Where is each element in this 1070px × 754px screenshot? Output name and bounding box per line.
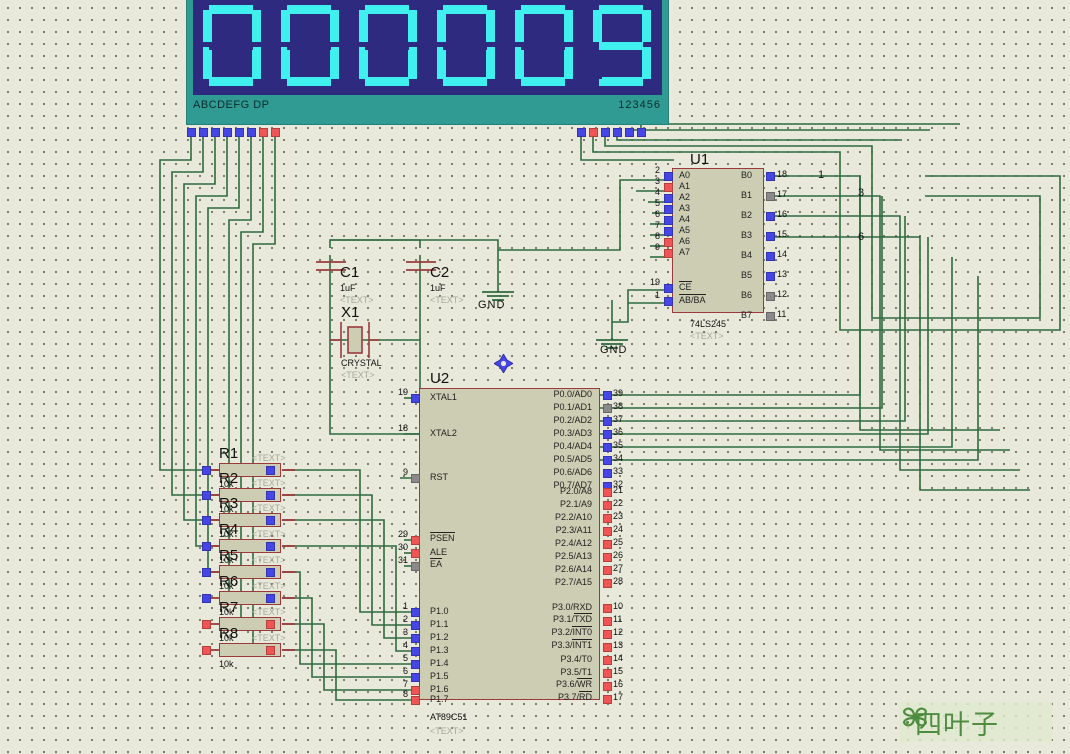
crosshair-cursor-icon xyxy=(494,354,513,373)
net-label-6: 6 xyxy=(858,231,865,243)
net-label-3: 3 xyxy=(858,187,865,199)
clover-icon xyxy=(903,707,927,727)
net-label-1: 1 xyxy=(818,169,825,181)
watermark: 四叶子 xyxy=(900,702,1052,742)
net-label-group: 1 3 6 xyxy=(0,0,1070,754)
